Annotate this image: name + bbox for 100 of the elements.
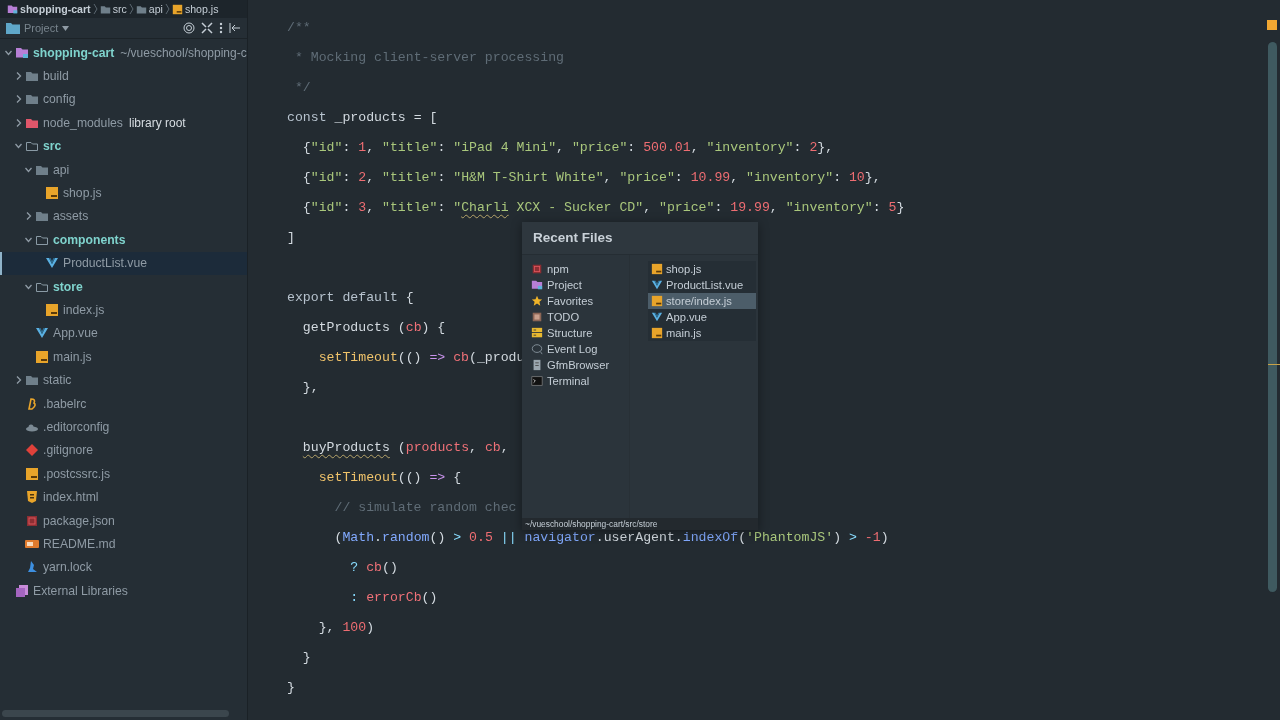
collapse-icon (201, 22, 213, 34)
js-file-icon (35, 349, 49, 364)
js-file-icon (45, 303, 59, 317)
tree-item-label: static (43, 373, 72, 388)
tree-row[interactable]: shop.js (0, 181, 247, 205)
tree-row[interactable]: App.vue (0, 321, 247, 346)
recent-file-item[interactable]: store/index.js (648, 293, 756, 309)
scrollbar[interactable] (2, 710, 229, 717)
caret-position-marker (1268, 364, 1280, 365)
popup-title: Recent Files (522, 222, 758, 255)
code-line: /** (287, 20, 311, 36)
npm-file-icon (25, 513, 39, 528)
caret-icon (62, 25, 70, 31)
html-file-icon (25, 490, 39, 505)
code-line: const _products = [ (287, 110, 438, 126)
tree-row[interactable]: yarn.lock (0, 555, 247, 579)
code-line: setTimeout(() => { (317, 470, 462, 486)
code-line: } (287, 680, 295, 696)
code-line: ? cb() (349, 560, 398, 576)
recent-file-item[interactable]: ProductList.vue (648, 277, 756, 293)
tool-window-item[interactable]: TODO (522, 309, 629, 325)
tree-item-label: .editorconfig (43, 419, 110, 434)
folder-icon (25, 373, 39, 388)
tree-item-label: store (53, 279, 83, 294)
tree-item-label: node_modules (43, 115, 123, 130)
chevron-icon (92, 3, 98, 15)
file-path: ~/vueschool/shopping-cart/src/store (522, 518, 758, 530)
tree-row[interactable]: src (0, 134, 247, 158)
tool-window-item[interactable]: Terminal (522, 373, 629, 389)
tree-item-label: main.js (53, 349, 92, 364)
tree-item-label: yarn.lock (43, 560, 92, 575)
more-icon (219, 22, 223, 34)
tree-item-label: shopping-cart (33, 45, 115, 60)
breadcrumb-item[interactable]: shop.js (170, 3, 220, 15)
tree-row[interactable]: .babelrc (0, 391, 247, 416)
tree-row[interactable]: components (0, 228, 247, 252)
tree-item-label: .postcssrc.js (43, 466, 111, 481)
breadcrumb-item[interactable]: shopping-cart (6, 3, 92, 15)
tool-window-item[interactable]: npm (522, 261, 629, 277)
tool-window-item[interactable]: Event Log (522, 341, 629, 357)
tree-item-label: .babelrc (43, 396, 87, 411)
tree-row[interactable]: .editorconfig (0, 415, 247, 439)
tree-row[interactable]: node_modules library root (0, 111, 247, 135)
tree-row[interactable]: build (0, 64, 247, 88)
breadcrumb-item[interactable]: api (134, 3, 164, 15)
code-line: }, (301, 380, 319, 396)
recent-file-item[interactable]: main.js (648, 325, 756, 341)
status-indicator-icon[interactable] (1267, 20, 1277, 30)
code-line: {"id": 3, "title": "Charli XCX - Sucker CD", "price": 19.99, "inventory": 5} (301, 200, 905, 216)
tree-row[interactable]: assets (0, 204, 247, 229)
tree-item-label: index.html (43, 490, 99, 505)
document-icon (531, 359, 543, 371)
tool-window-item[interactable]: Favorites (522, 293, 629, 309)
code-line: (Math.random() > 0.5 || navigator.userAgent.indexOf('PhantomJS') > -1) (333, 530, 889, 546)
babel-file-icon (25, 396, 39, 411)
folder-icon (25, 92, 39, 107)
js-file-icon (651, 263, 663, 275)
tree-row[interactable]: main.js (0, 345, 247, 369)
tree-item-note: library root (128, 115, 186, 130)
tool-window-item[interactable]: Project (522, 277, 629, 293)
tree-row[interactable]: ProductList.vue (0, 251, 247, 275)
tree-row[interactable]: External Libraries (0, 579, 247, 603)
tree-item-label: ProductList.vue (63, 256, 147, 271)
tool-window-item[interactable]: Structure (522, 325, 629, 341)
tree-row[interactable]: api (0, 157, 247, 182)
breadcrumb-item[interactable]: src (98, 3, 128, 15)
project-path: ~/vueschool/shopping-c (120, 45, 247, 60)
tree-row[interactable]: index.js (0, 298, 247, 322)
tree-item-label: components (53, 232, 126, 247)
tree-row[interactable]: index.html (0, 485, 247, 509)
tree-row[interactable]: store (0, 274, 247, 299)
tree-row[interactable]: shopping-cart ~/vueschool/shopping-c (0, 41, 247, 65)
recent-file-item[interactable]: App.vue (648, 309, 756, 325)
folder-icon (7, 3, 18, 15)
code-line: */ (293, 80, 311, 96)
folder-icon (99, 3, 111, 15)
chevron-icon (164, 3, 170, 15)
code-line: ] (287, 230, 295, 246)
tree-item-label: External Libraries (33, 583, 128, 598)
code-line: * Mocking client-server processing (293, 50, 564, 66)
tree-row[interactable]: config (0, 87, 247, 112)
code-line: export default { (287, 290, 414, 306)
tree-row[interactable]: .postcssrc.js (0, 462, 247, 486)
folder-icon (25, 139, 39, 154)
tool-window-item[interactable]: GfmBrowser (522, 357, 629, 373)
code-line: buyProducts (products, cb, (301, 440, 510, 456)
terminal-icon (531, 375, 543, 387)
library-icon (15, 583, 29, 598)
tree-item-label: assets (53, 209, 89, 224)
panel-title[interactable]: Project (24, 22, 59, 34)
scrollbar[interactable] (1268, 42, 1277, 592)
tree-item-label: index.js (63, 303, 105, 317)
tree-row[interactable]: README.md (0, 532, 247, 556)
target-icon (183, 22, 195, 34)
folder-icon (531, 279, 543, 291)
recent-file-item[interactable]: shop.js (648, 261, 756, 277)
tree-row[interactable]: static (0, 368, 247, 392)
js-file-icon (651, 295, 663, 307)
tree-row[interactable]: .gitignore (0, 438, 247, 463)
tree-row[interactable]: package.json (0, 508, 247, 533)
